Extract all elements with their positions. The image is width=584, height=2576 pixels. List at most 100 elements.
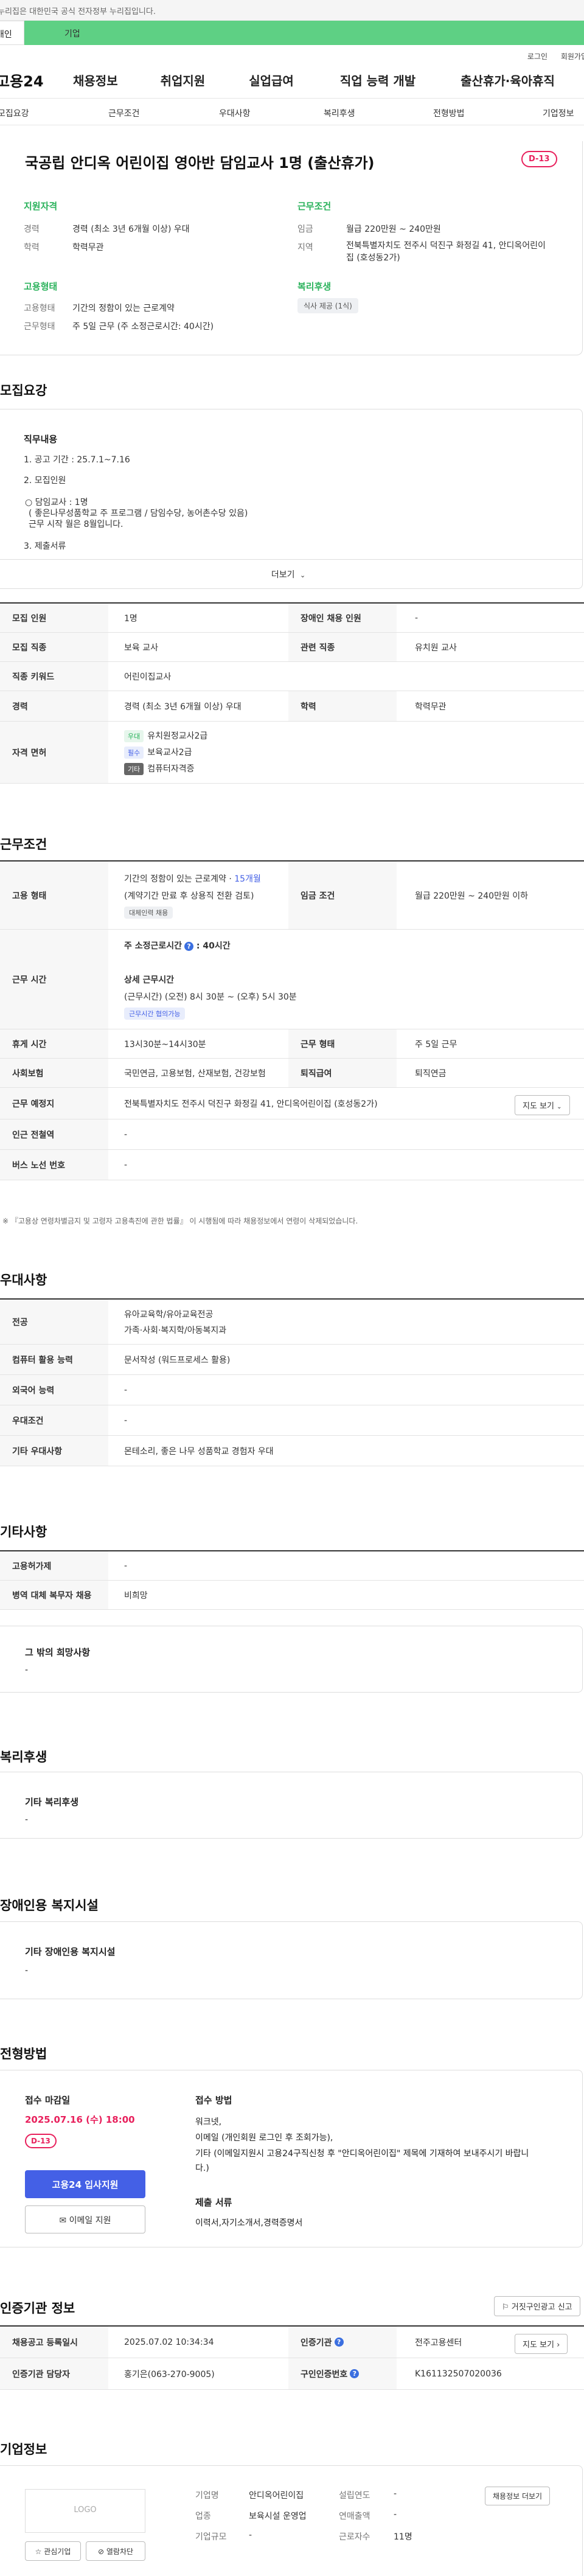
table-row: 우대조건 -: [0, 1405, 584, 1436]
license-list: 우대 유치원정교사2급 필수 보육교사2급 기타 컴퓨터자격증: [124, 722, 207, 783]
replacement-chip: 대체인력 채용: [124, 906, 173, 919]
table-row: 전공 유아교육학/유아교육전공 가족·사회·복지학/아동복지과: [0, 1300, 584, 1345]
license-tag: 우대: [124, 730, 144, 742]
recruit-section-title: 모집요강: [0, 383, 47, 398]
etc-section-title: 기타사항: [0, 1525, 47, 1539]
job-desc-line: 1. 공고 기간 : 25.7.1~7.16: [24, 455, 130, 465]
table-row: 고용 형태 기간의 정함이 있는 근로계약 · 15개월 (계약기간 만료 후 …: [0, 862, 584, 930]
employment-type-cell: 기간의 정함이 있는 근로계약 · 15개월 (계약기간 만료 후 상용직 전환…: [124, 862, 261, 929]
method-line: 다.): [195, 2163, 209, 2173]
menu-job-training[interactable]: 직업 능력 개발: [340, 71, 415, 89]
table-row: 인증기관 담당자 홍기은(063-270-9005) 구인인증번호? K1611…: [0, 2358, 584, 2390]
email-apply-button[interactable]: ✉ 이메일 지원: [25, 2205, 145, 2233]
table-header-cell: 인증기관 담당자: [0, 2358, 108, 2389]
qual-key-education: 학력: [24, 243, 40, 252]
table-row: 고용허가제 -: [0, 1551, 584, 1581]
age-note: ※ 『고용상 연령차별금지 및 고령자 고용촉진에 관한 법률』 이 시행됨에 …: [2, 1217, 358, 1225]
table-header-cell: 고용 형태: [0, 862, 108, 929]
table-header-cell: 직종 키워드: [0, 662, 108, 691]
table-row: 인근 전철역 -: [0, 1119, 584, 1150]
table-header-cell: 퇴직급여: [288, 1059, 397, 1087]
table-header-cell: 관련 직종: [288, 633, 397, 661]
main-menu: 채용정보 취업지원 실업급여 직업 능력 개발 출산휴가·육아휴직: [73, 71, 555, 89]
employment-type-note: (계약기간 만료 후 상용직 전환 검토): [124, 891, 254, 901]
table-cell: -: [124, 1385, 128, 1395]
company-box: LOGO ☆ 관심기업 ⊘ 열람차단 기업명 안디옥어린이집 설립연도 - 업종…: [0, 2465, 583, 2576]
block-icon: ⊘: [97, 2547, 105, 2556]
table-header-cell: 고용허가제: [0, 1551, 108, 1580]
table-cell: 경력 (최소 3년 6개월 이상) 우대: [124, 701, 242, 712]
anchor-welfare[interactable]: 복리후생: [324, 107, 355, 119]
table-cell: -: [124, 1561, 128, 1571]
table-cell: 월급 220만원 ~ 240만원 이하: [415, 891, 529, 901]
site-logo[interactable]: 고용24: [0, 69, 82, 91]
table-row: 직종 키워드 어린이집교사: [0, 662, 584, 691]
table-cell: 주 5일 근무: [415, 1039, 457, 1050]
table-cell: 유치원 교사: [415, 642, 457, 653]
other-wishes-box: 그 밖의 희망사항 -: [0, 1626, 583, 1693]
method-line: 기타 (이메일지원시 고용24구직신청 후 "안디옥어린이집" 제목에 기재하여…: [195, 2149, 529, 2159]
tab-individual[interactable]: 개인: [0, 21, 24, 45]
anchor-work-conditions[interactable]: 근무조건: [108, 107, 140, 119]
company-key: 기업규모: [195, 2532, 227, 2542]
signup-link[interactable]: 회원가입: [561, 52, 584, 61]
more-button[interactable]: 더보기 ⌄: [0, 559, 582, 588]
work-cond-title: 근무조건: [297, 201, 332, 212]
menu-employment-support[interactable]: 취업지원: [161, 71, 206, 89]
cert-section-title: 인증기관 정보: [0, 2301, 75, 2316]
table-header-cell: 자격 면허: [0, 722, 108, 783]
anchor-company[interactable]: 기업정보: [543, 107, 574, 119]
anchor-preference[interactable]: 우대사항: [219, 107, 251, 119]
license-tag: 필수: [124, 747, 144, 759]
anchor-recruit[interactable]: 모집요강: [0, 107, 29, 119]
agency-map-label: 지도 보기: [523, 2341, 554, 2350]
apply-button[interactable]: 고용24 입사지원: [25, 2170, 145, 2198]
agency-map-button[interactable]: 지도 보기 ›: [515, 2334, 568, 2354]
welfare-chip: 식사 제공 (1식): [297, 298, 358, 313]
table-header-cell: 경력: [0, 691, 108, 721]
table-header-cell: 근무 시간: [0, 930, 108, 1029]
work-table: 고용 형태 기간의 정함이 있는 근로계약 · 15개월 (계약기간 만료 후 …: [0, 860, 584, 1180]
license-item: 필수 보육교사2급: [124, 746, 192, 759]
recruit-table: 모집 인원 1명 장애인 채용 인원 - 모집 직종 보육 교사 관련 직종 유…: [0, 602, 584, 784]
employment-contract-text: 기간의 정함이 있는 근로계약 ·: [124, 874, 235, 884]
favorite-company-button[interactable]: ☆ 관심기업: [25, 2541, 81, 2561]
menu-parental-leave[interactable]: 출산휴가·육아휴직: [461, 71, 555, 89]
company-key: 근로자수: [339, 2532, 370, 2542]
more-jobs-button[interactable]: 채용정보 더보기: [485, 2487, 551, 2505]
table-header-cell: 임금 조건: [288, 862, 397, 929]
other-wishes-title: 그 밖의 희망사항: [25, 1647, 91, 1658]
company-value: -: [394, 2510, 397, 2519]
work-val-wage: 월급 220만원 ~ 240만원: [346, 225, 441, 234]
info-icon[interactable]: ?: [334, 2338, 344, 2347]
emp-val-form: 주 5일 근무 (주 소정근로시간: 40시간): [72, 322, 214, 332]
work-key-region: 지역: [297, 243, 313, 252]
cert-number-label: 구인인증번호: [301, 2369, 348, 2379]
info-icon[interactable]: ?: [350, 2369, 360, 2378]
screening-dday-badge: D-13: [25, 2134, 57, 2148]
license-item: 기타 컴퓨터자격증: [124, 762, 195, 775]
table-header-cell: 우대조건: [0, 1405, 108, 1435]
menu-jobs[interactable]: 채용정보: [73, 71, 118, 89]
login-link[interactable]: 로그인: [527, 52, 548, 61]
table-header-cell: 병역 대체 복무자 채용: [0, 1581, 108, 1609]
table-row: 병역 대체 복무자 채용 비희망: [0, 1581, 584, 1610]
map-view-button[interactable]: 지도 보기 ⌄: [515, 1095, 570, 1115]
menu-unemployment-benefit[interactable]: 실업급여: [249, 71, 294, 89]
weekly-hours-value: 40시간: [203, 941, 231, 951]
tab-company[interactable]: 기업: [24, 21, 584, 45]
table-header-cell: 모집 인원: [0, 604, 108, 632]
qual-val-career: 경력 (최소 3년 6개월 이상) 우대: [72, 225, 190, 234]
report-false-ad-button[interactable]: ⚐ 거짓구인광고 신고: [494, 2296, 580, 2316]
table-cell: 홍기은(063-270-9005): [124, 2369, 215, 2379]
job-description-title: 직무내용: [24, 434, 58, 445]
job-desc-line: ○ 담임교사 : 1명: [25, 498, 88, 507]
block-view-button[interactable]: ⊘ 열람차단: [86, 2541, 145, 2561]
company-value: 11명: [394, 2532, 412, 2542]
anchor-screening[interactable]: 전형방법: [433, 107, 465, 119]
table-cell: 퇴직연금: [415, 1068, 447, 1079]
table-header-cell: 채용공고 등록일시: [0, 2327, 108, 2358]
info-icon[interactable]: ?: [184, 941, 194, 951]
work-hours-cell: 주 소정근로시간? : 40시간 상세 근무시간 (근무시간) (오전) 8시 …: [124, 930, 297, 1029]
license-name: 보육교사2급: [147, 748, 192, 757]
